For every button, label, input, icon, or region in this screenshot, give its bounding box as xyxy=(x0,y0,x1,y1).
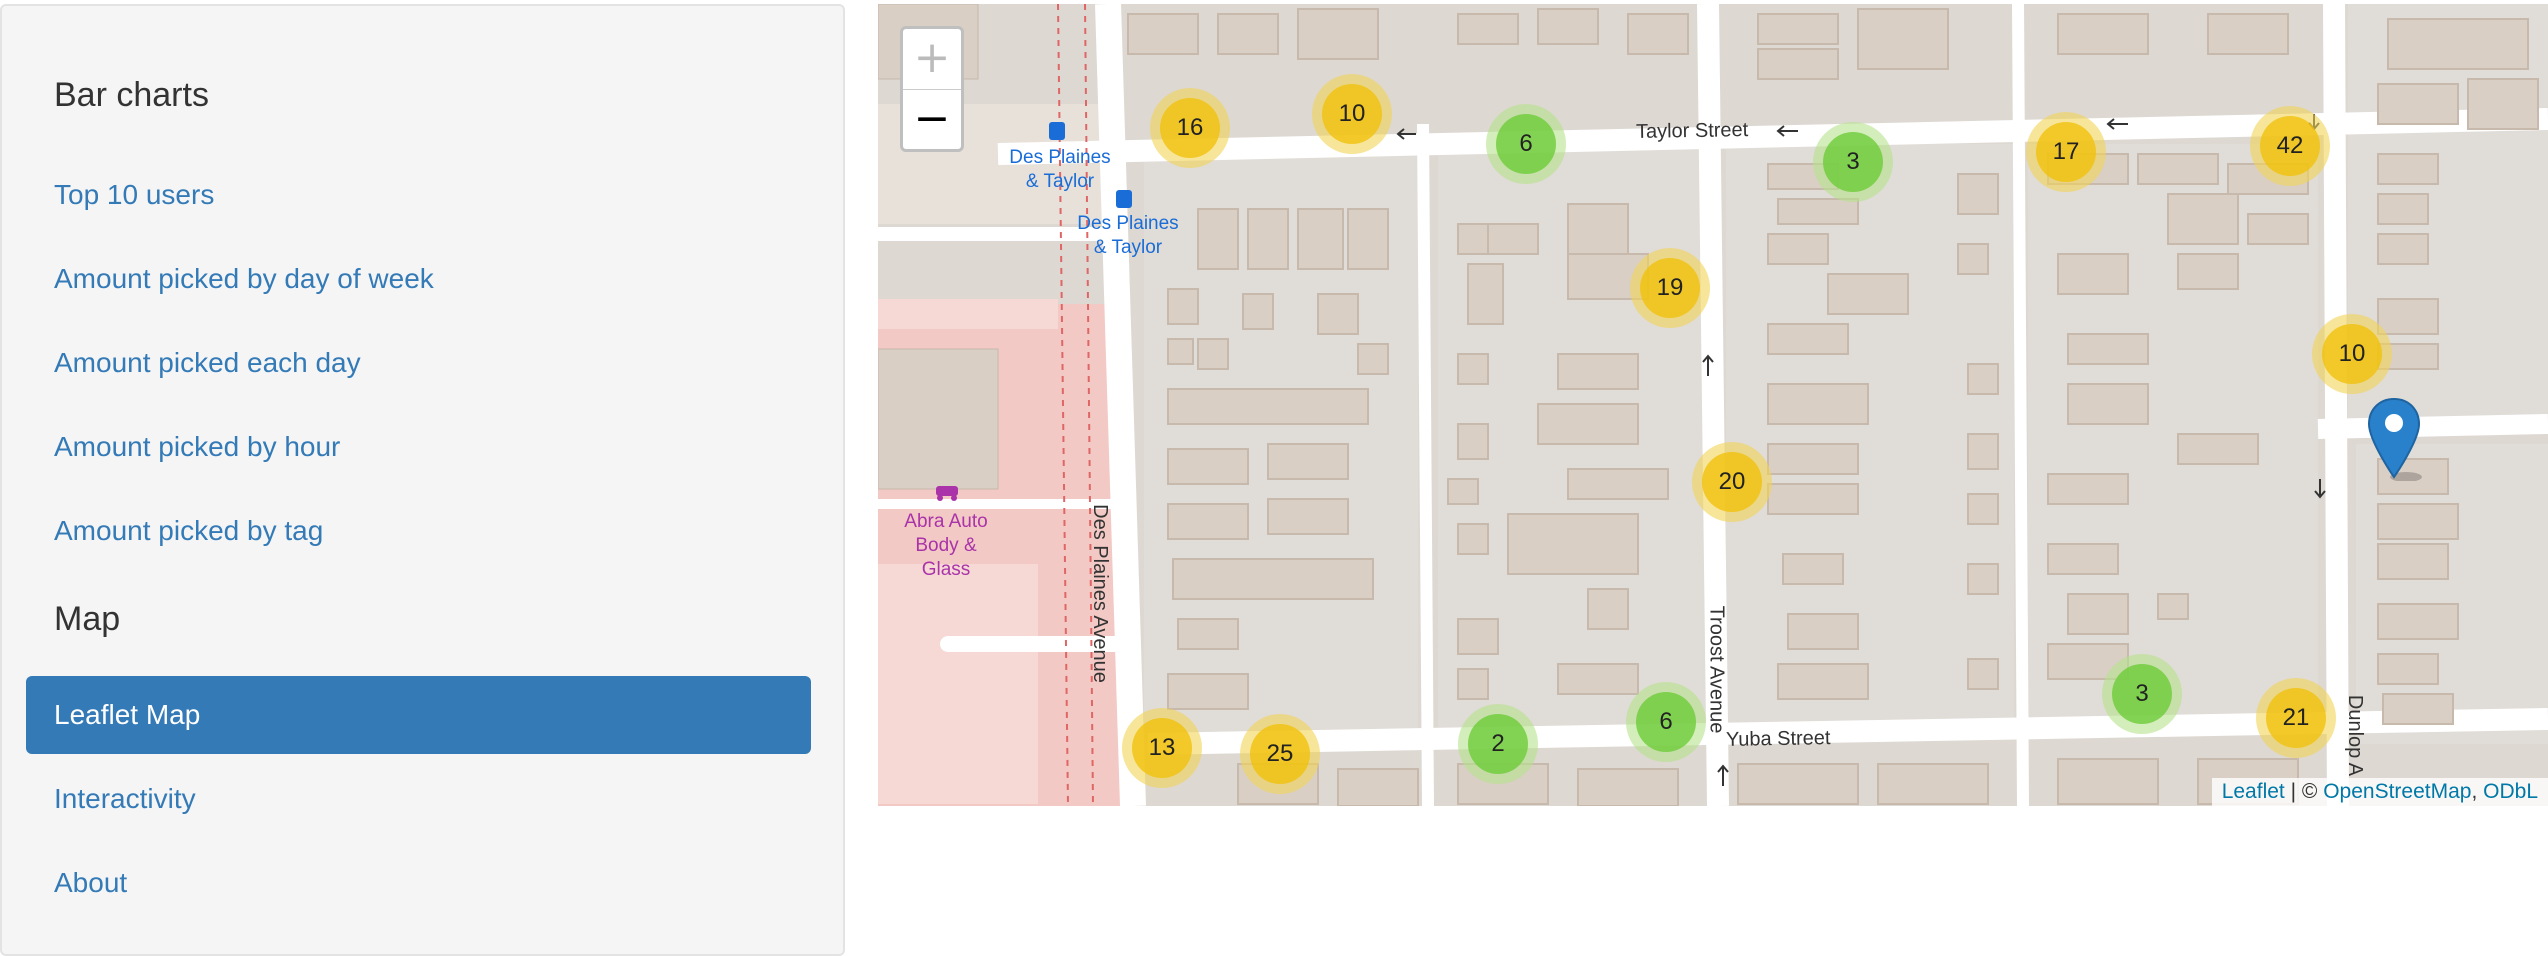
cluster-count: 42 xyxy=(2260,116,2320,176)
leaflet-link[interactable]: Leaflet xyxy=(2222,780,2285,803)
marker-cluster[interactable]: 19 xyxy=(1630,248,1710,328)
cluster-count: 10 xyxy=(1322,84,1382,144)
street-label-yuba: Yuba Street xyxy=(1725,727,1831,751)
poi-label-bus-stop-2: Des Plaines & Taylor xyxy=(1077,213,1179,258)
marker-cluster[interactable]: 6 xyxy=(1486,104,1566,184)
cluster-count: 10 xyxy=(2322,324,2382,384)
sidebar-item-about[interactable]: About xyxy=(26,844,811,922)
zoom-control: + − xyxy=(900,26,964,152)
attribution-separator: | © xyxy=(2284,780,2324,803)
attribution-comma: , xyxy=(2471,780,2484,803)
cluster-count: 20 xyxy=(1702,452,1762,512)
cluster-count: 16 xyxy=(1160,98,1220,158)
marker-cluster[interactable]: 25 xyxy=(1240,714,1320,794)
zoom-in-button[interactable]: + xyxy=(903,29,961,90)
map-pin-icon[interactable] xyxy=(2366,397,2422,481)
sidebar-item-leaflet-map[interactable]: Leaflet Map xyxy=(26,676,811,754)
sidebar-item-amount-each-day[interactable]: Amount picked each day xyxy=(26,324,811,402)
map-attribution: Leaflet | © OpenStreetMap, ODbL xyxy=(2211,778,2548,806)
cluster-count: 25 xyxy=(1250,724,1310,784)
leaflet-map[interactable]: Taylor Street Yuba Street Des Plaines Av… xyxy=(878,4,2548,806)
poi-label-auto-shop: Abra Auto Body & Glass xyxy=(904,511,988,580)
street-label-troost: Troost Avenue xyxy=(1705,605,1728,734)
cluster-count: 21 xyxy=(2266,688,2326,748)
marker-cluster[interactable]: 10 xyxy=(1312,74,1392,154)
odbl-link[interactable]: ODbL xyxy=(2483,780,2538,803)
marker-cluster[interactable]: 6 xyxy=(1626,682,1706,762)
sidebar-item-amount-by-tag[interactable]: Amount picked by tag xyxy=(26,492,811,570)
cluster-count: 2 xyxy=(1468,714,1528,774)
sidebar-item-amount-by-day-of-week[interactable]: Amount picked by day of week xyxy=(26,240,811,318)
cluster-count: 19 xyxy=(1640,258,1700,318)
cluster-count: 6 xyxy=(1636,692,1696,752)
cluster-count: 13 xyxy=(1132,718,1192,778)
marker-cluster[interactable]: 21 xyxy=(2256,678,2336,758)
section-heading-map: Map xyxy=(54,600,121,638)
marker-cluster[interactable]: 2 xyxy=(1458,704,1538,784)
marker-cluster[interactable]: 20 xyxy=(1692,442,1772,522)
cluster-count: 3 xyxy=(1823,132,1883,192)
sidebar-item-amount-by-hour[interactable]: Amount picked by hour xyxy=(26,408,811,486)
street-label-des-plaines: Des Plaines Avenue xyxy=(1088,504,1111,683)
marker-cluster[interactable]: 10 xyxy=(2312,314,2392,394)
zoom-out-button[interactable]: − xyxy=(903,90,961,149)
sidebar: Bar charts Top 10 users Amount picked by… xyxy=(0,4,845,956)
poi-label-bus-stop-1: Des Plaines & Taylor xyxy=(1009,147,1111,192)
openstreetmap-link[interactable]: OpenStreetMap xyxy=(2323,780,2471,803)
sidebar-item-top-10-users[interactable]: Top 10 users xyxy=(26,156,811,234)
sidebar-item-interactivity[interactable]: Interactivity xyxy=(26,760,811,838)
marker-cluster[interactable]: 16 xyxy=(1150,88,1230,168)
section-heading-bar-charts: Bar charts xyxy=(54,76,209,114)
marker-cluster[interactable]: 13 xyxy=(1122,708,1202,788)
cluster-count: 6 xyxy=(1496,114,1556,174)
marker-cluster[interactable]: 17 xyxy=(2026,112,2106,192)
street-label-taylor: Taylor Street xyxy=(1635,119,1749,143)
cluster-count: 3 xyxy=(2112,664,2172,724)
marker-cluster[interactable]: 3 xyxy=(2102,654,2182,734)
cluster-count: 17 xyxy=(2036,122,2096,182)
marker-cluster[interactable]: 42 xyxy=(2250,106,2330,186)
street-label-dunlop: Dunlop A xyxy=(2344,694,2367,777)
marker-cluster[interactable]: 3 xyxy=(1813,122,1893,202)
